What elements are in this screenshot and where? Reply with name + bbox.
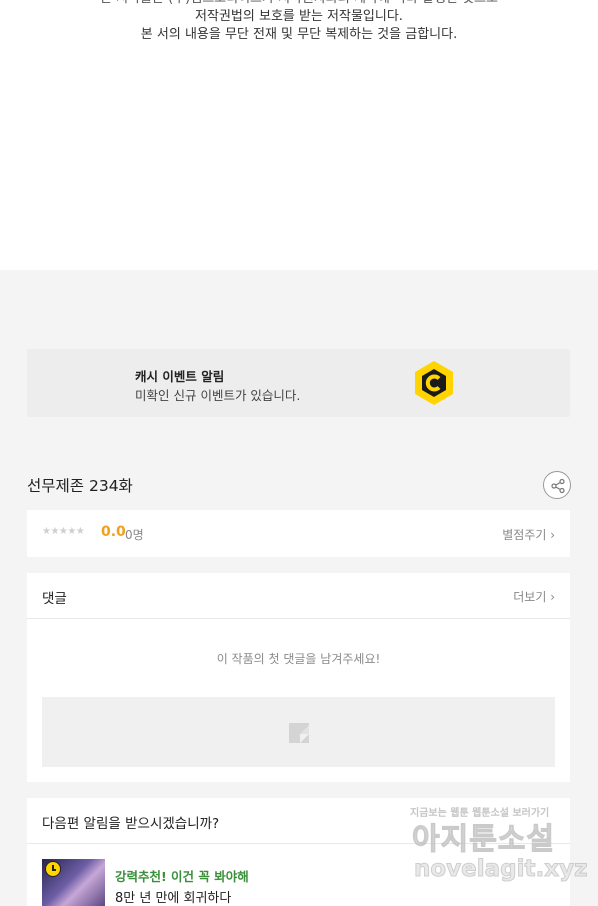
rating-bar: ★★★★★ 0.0 0명 별점주기 › [27, 510, 570, 557]
share-button[interactable] [543, 471, 571, 499]
copyright-line-2: 저작권법의 보호를 받는 저작물입니다. [195, 9, 403, 24]
cash-c-logo-icon [415, 361, 453, 405]
rating-stars[interactable]: ★★★★★ [42, 526, 85, 537]
comment-input-box[interactable] [42, 697, 555, 767]
comments-empty-text: 이 작품의 첫 댓글을 남겨주세요! [216, 652, 381, 666]
episode-title: 선무제존 234화 [27, 477, 133, 495]
copyright-line-3: 본 서의 내용을 무단 전재 및 무단 복제하는 것을 금합니다. [140, 27, 458, 42]
rating-count: 0명 [125, 528, 144, 542]
next-alert-title: 다음편 알림을 받으시겠습니까? [42, 816, 220, 832]
share-icon [551, 478, 565, 494]
copyright-line-1: 본 저작물은 (주)엠스토리허브가 저작권자와의 계약에 따라 발행한 것으로 [0, 0, 598, 8]
comments-title: 댓글 [42, 591, 67, 607]
recommend-title[interactable]: 8만 년 만에 회귀하다 [115, 887, 231, 906]
cash-event-desc: 미확인 신규 이벤트가 있습니다. [135, 388, 301, 403]
comments-more-link[interactable]: 더보기 › [513, 588, 555, 605]
recommend-label: 강력추천! 이건 꼭 봐야해 [115, 869, 249, 884]
cash-event-banner[interactable]: 캐시 이벤트 알림 미확인 신규 이벤트가 있습니다. [27, 349, 570, 417]
copyright-section: 본 저작물은 (주)엠스토리허브가 저작권자와의 계약에 따라 발행한 것으로 … [0, 0, 598, 270]
recommend-thumbnail[interactable] [42, 859, 105, 906]
rate-button[interactable]: 별점주기 › [502, 526, 555, 543]
copyright-text: 본 저작물은 (주)엠스토리허브가 저작권자와의 계약에 따라 발행한 것으로 … [0, 0, 598, 44]
comment-write-icon [289, 723, 309, 743]
next-alert-header: 다음편 알림을 받으시겠습니까? [27, 798, 570, 844]
cash-event-title: 캐시 이벤트 알림 [135, 369, 225, 384]
comments-header: 댓글 더보기 › [27, 573, 570, 619]
comments-section: 댓글 더보기 › 이 작품의 첫 댓글을 남겨주세요! [27, 573, 570, 782]
next-episode-alert: 다음편 알림을 받으시겠습니까? 강력추천! 이건 꼭 봐야해 8만 년 만에 … [27, 798, 570, 906]
rating-score: 0.0 [101, 524, 126, 540]
clock-icon [45, 861, 61, 877]
